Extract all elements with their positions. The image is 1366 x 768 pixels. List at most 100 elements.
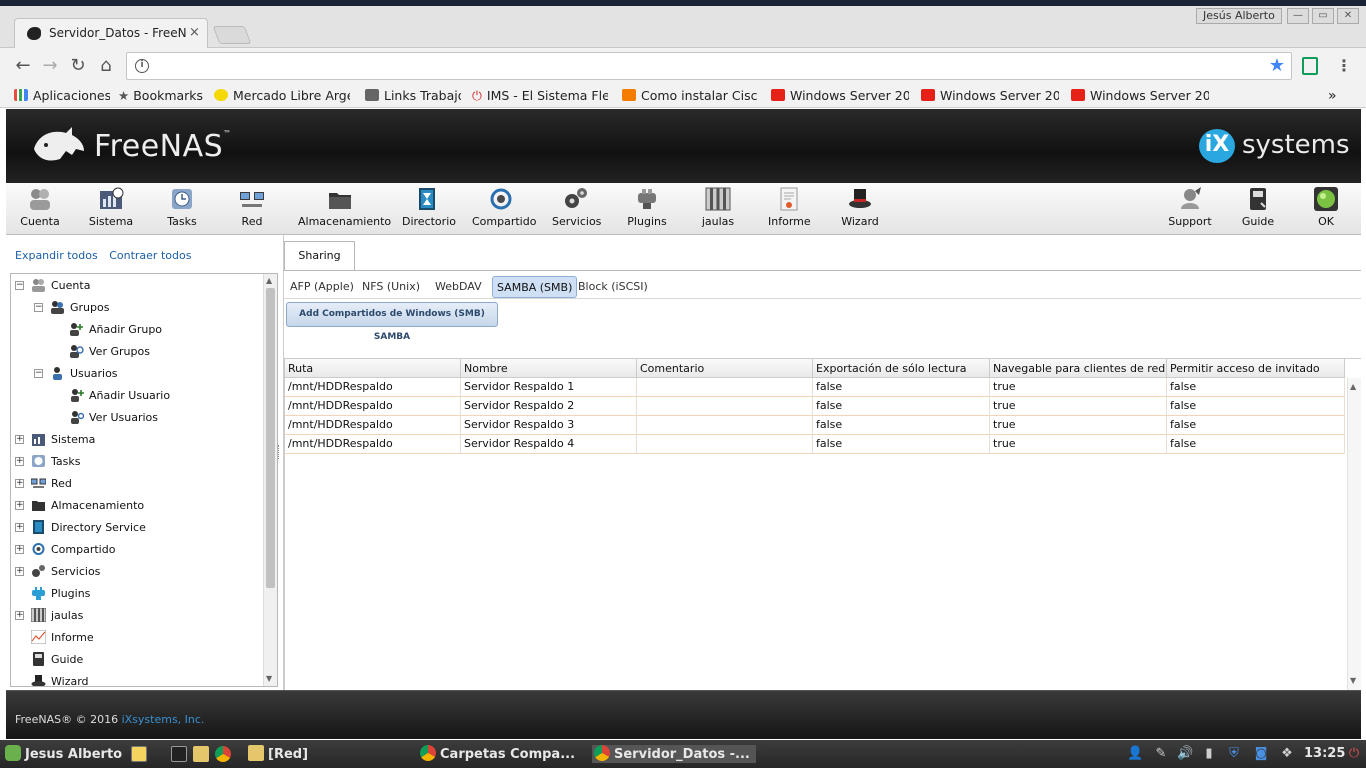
collapse-icon[interactable]: − bbox=[15, 281, 24, 290]
bookmark-mercadolibre[interactable]: Mercado Libre Argen bbox=[214, 87, 350, 105]
browser-tab[interactable]: Servidor_Datos - FreeN × bbox=[14, 18, 208, 48]
home-icon[interactable]: ⌂ bbox=[96, 56, 116, 76]
volume-tray-icon[interactable]: 🔊 bbox=[1177, 746, 1193, 762]
bookmark-folder[interactable]: Links Trabajo bbox=[365, 87, 461, 105]
tree-item-grupos[interactable]: Grupos bbox=[50, 298, 109, 318]
extension-icon[interactable] bbox=[1302, 57, 1318, 75]
column-nombre[interactable]: Nombre bbox=[461, 359, 637, 378]
tab-nfs[interactable]: NFS (Unix) bbox=[358, 276, 424, 298]
bookmark-apps[interactable]: Aplicaciones bbox=[14, 87, 110, 105]
address-bar[interactable]: i ★ bbox=[126, 52, 1292, 80]
bookmark-bookmarks[interactable]: ★ Bookmarks bbox=[118, 87, 204, 105]
tab-sharing[interactable]: Sharing bbox=[284, 241, 355, 271]
tree-item-guide[interactable]: Guide bbox=[31, 650, 83, 670]
tree-item-anadir-usuario[interactable]: Añadir Usuario bbox=[69, 386, 170, 406]
battery-tray-icon[interactable]: ▮ bbox=[1201, 746, 1217, 762]
menu-directorio[interactable]: Directorio bbox=[402, 187, 456, 228]
bookmark-youtube-2[interactable]: Windows Server 200 bbox=[921, 87, 1059, 105]
add-smb-share-button[interactable]: Add Compartidos de Windows (SMB) SAMBA bbox=[286, 302, 498, 342]
menu-sistema[interactable]: Sistema bbox=[88, 187, 134, 228]
forward-icon[interactable]: → bbox=[40, 56, 60, 76]
tree-item-sistema[interactable]: Sistema bbox=[31, 430, 95, 450]
menu-red[interactable]: Red bbox=[234, 187, 270, 228]
menu-support[interactable]: Support bbox=[1168, 187, 1212, 228]
start-menu-button[interactable]: Jesus Alberto bbox=[5, 745, 122, 763]
shield-tray-icon[interactable]: ⛨ bbox=[1226, 746, 1242, 762]
update-tray-icon[interactable]: ◙ bbox=[1253, 746, 1269, 762]
collapse-icon[interactable]: − bbox=[34, 303, 43, 312]
menu-informe[interactable]: Informe bbox=[768, 187, 811, 228]
expand-icon[interactable]: + bbox=[15, 479, 24, 488]
tree-item-ver-usuarios[interactable]: Ver Usuarios bbox=[69, 408, 158, 428]
tab-iscsi[interactable]: Block (iSCSI) bbox=[574, 276, 652, 298]
column-navegable[interactable]: Navegable para clientes de red bbox=[990, 359, 1167, 378]
pane-splitter[interactable] bbox=[278, 445, 280, 459]
expand-icon[interactable]: + bbox=[15, 567, 24, 576]
network-tray-icon[interactable]: ✎ bbox=[1153, 746, 1169, 762]
collapse-all-link[interactable]: Contraer todos bbox=[109, 249, 191, 262]
tree-item-ver-grupos[interactable]: Ver Grupos bbox=[69, 342, 150, 362]
clock[interactable]: 13:25 bbox=[1304, 745, 1345, 763]
taskbar-window-carpetas[interactable]: Carpetas Compa... bbox=[420, 745, 575, 763]
table-scrollbar[interactable]: ▲ ▼ bbox=[1347, 378, 1361, 690]
column-invitado[interactable]: Permitir acceso de invitado bbox=[1167, 359, 1345, 378]
minimize-icon[interactable]: — bbox=[1287, 8, 1309, 24]
table-row[interactable]: /mnt/HDDRespaldo Servidor Respaldo 1 fal… bbox=[285, 378, 1345, 397]
maximize-icon[interactable]: ▭ bbox=[1312, 8, 1334, 24]
chrome-menu-icon[interactable]: ⋮ bbox=[1336, 56, 1352, 75]
back-icon[interactable]: ← bbox=[13, 56, 33, 76]
tree-item-red[interactable]: Red bbox=[31, 474, 72, 494]
close-window-icon[interactable]: ✕ bbox=[1337, 8, 1359, 24]
tree-item-cuenta[interactable]: Cuenta bbox=[31, 276, 90, 296]
tree-item-plugins[interactable]: Plugins bbox=[31, 584, 90, 604]
menu-servicios[interactable]: Servicios bbox=[552, 187, 601, 228]
menu-jaulas[interactable]: jaulas bbox=[700, 187, 736, 228]
expand-icon[interactable]: + bbox=[15, 457, 24, 466]
tree-item-jaulas[interactable]: jaulas bbox=[31, 606, 83, 626]
tree-item-usuarios[interactable]: Usuarios bbox=[50, 364, 118, 384]
tab-samba[interactable]: SAMBA (SMB) bbox=[492, 276, 578, 298]
bookmark-star-icon[interactable]: ★ bbox=[1269, 55, 1285, 76]
scroll-thumb[interactable] bbox=[266, 288, 275, 588]
terminal-launcher-icon[interactable] bbox=[171, 746, 187, 762]
tree-item-directory-service[interactable]: Directory Service bbox=[31, 518, 146, 538]
expand-all-link[interactable]: Expandir todos bbox=[15, 249, 98, 262]
table-row[interactable]: /mnt/HDDRespaldo Servidor Respaldo 3 fal… bbox=[285, 416, 1345, 435]
menu-almacenamiento[interactable]: Almacenamiento bbox=[298, 187, 391, 228]
menu-compartido[interactable]: Compartido bbox=[472, 187, 536, 228]
user-tray-icon[interactable]: 👤 bbox=[1127, 746, 1143, 762]
close-tab-icon[interactable]: × bbox=[189, 25, 200, 40]
tree-item-servicios[interactable]: Servicios bbox=[31, 562, 100, 582]
tab-afp[interactable]: AFP (Apple) bbox=[286, 276, 358, 298]
tree-item-anadir-grupo[interactable]: Añadir Grupo bbox=[69, 320, 162, 340]
folder-launcher-icon[interactable] bbox=[193, 746, 209, 762]
tree-scrollbar[interactable]: ▲ ▼ bbox=[263, 274, 277, 686]
dropbox-tray-icon[interactable]: ❖ bbox=[1279, 746, 1295, 762]
menu-status-ok[interactable]: OK bbox=[1310, 187, 1342, 228]
expand-icon[interactable]: + bbox=[15, 523, 24, 532]
chrome-launcher-icon[interactable] bbox=[215, 746, 231, 762]
taskbar-window-red[interactable]: [Red] bbox=[248, 745, 308, 763]
expand-icon[interactable]: + bbox=[15, 501, 24, 510]
bookmark-ims[interactable]: ⏻ IMS - El Sistema Flex bbox=[472, 87, 608, 105]
scroll-up-icon[interactable]: ▲ bbox=[1350, 382, 1356, 391]
column-comentario[interactable]: Comentario bbox=[637, 359, 813, 378]
table-row[interactable]: /mnt/HDDRespaldo Servidor Respaldo 2 fal… bbox=[285, 397, 1345, 416]
power-tray-icon[interactable]: ⏻ bbox=[1346, 746, 1362, 762]
bookmark-cisco[interactable]: Como instalar Cisco bbox=[622, 87, 758, 105]
tab-webdav[interactable]: WebDAV bbox=[431, 276, 486, 298]
menu-wizard[interactable]: Wizard bbox=[840, 187, 880, 228]
menu-tasks[interactable]: Tasks bbox=[162, 187, 202, 228]
menu-cuenta[interactable]: Cuenta bbox=[20, 187, 60, 228]
site-info-icon[interactable]: i bbox=[135, 59, 149, 73]
files-launcher-icon[interactable] bbox=[131, 746, 147, 762]
bookmark-youtube-1[interactable]: Windows Server 200 bbox=[771, 87, 909, 105]
profile-button[interactable]: Jesús Alberto bbox=[1196, 8, 1282, 24]
table-row[interactable]: /mnt/HDDRespaldo Servidor Respaldo 4 fal… bbox=[285, 435, 1345, 454]
menu-guide[interactable]: Guide bbox=[1240, 187, 1276, 228]
tree-item-compartido[interactable]: Compartido bbox=[31, 540, 115, 560]
tree-item-wizard[interactable]: Wizard bbox=[31, 672, 89, 686]
scroll-down-icon[interactable]: ▼ bbox=[1350, 676, 1356, 685]
column-solo-lectura[interactable]: Exportación de sólo lectura bbox=[813, 359, 990, 378]
scroll-up-icon[interactable]: ▲ bbox=[266, 276, 272, 285]
